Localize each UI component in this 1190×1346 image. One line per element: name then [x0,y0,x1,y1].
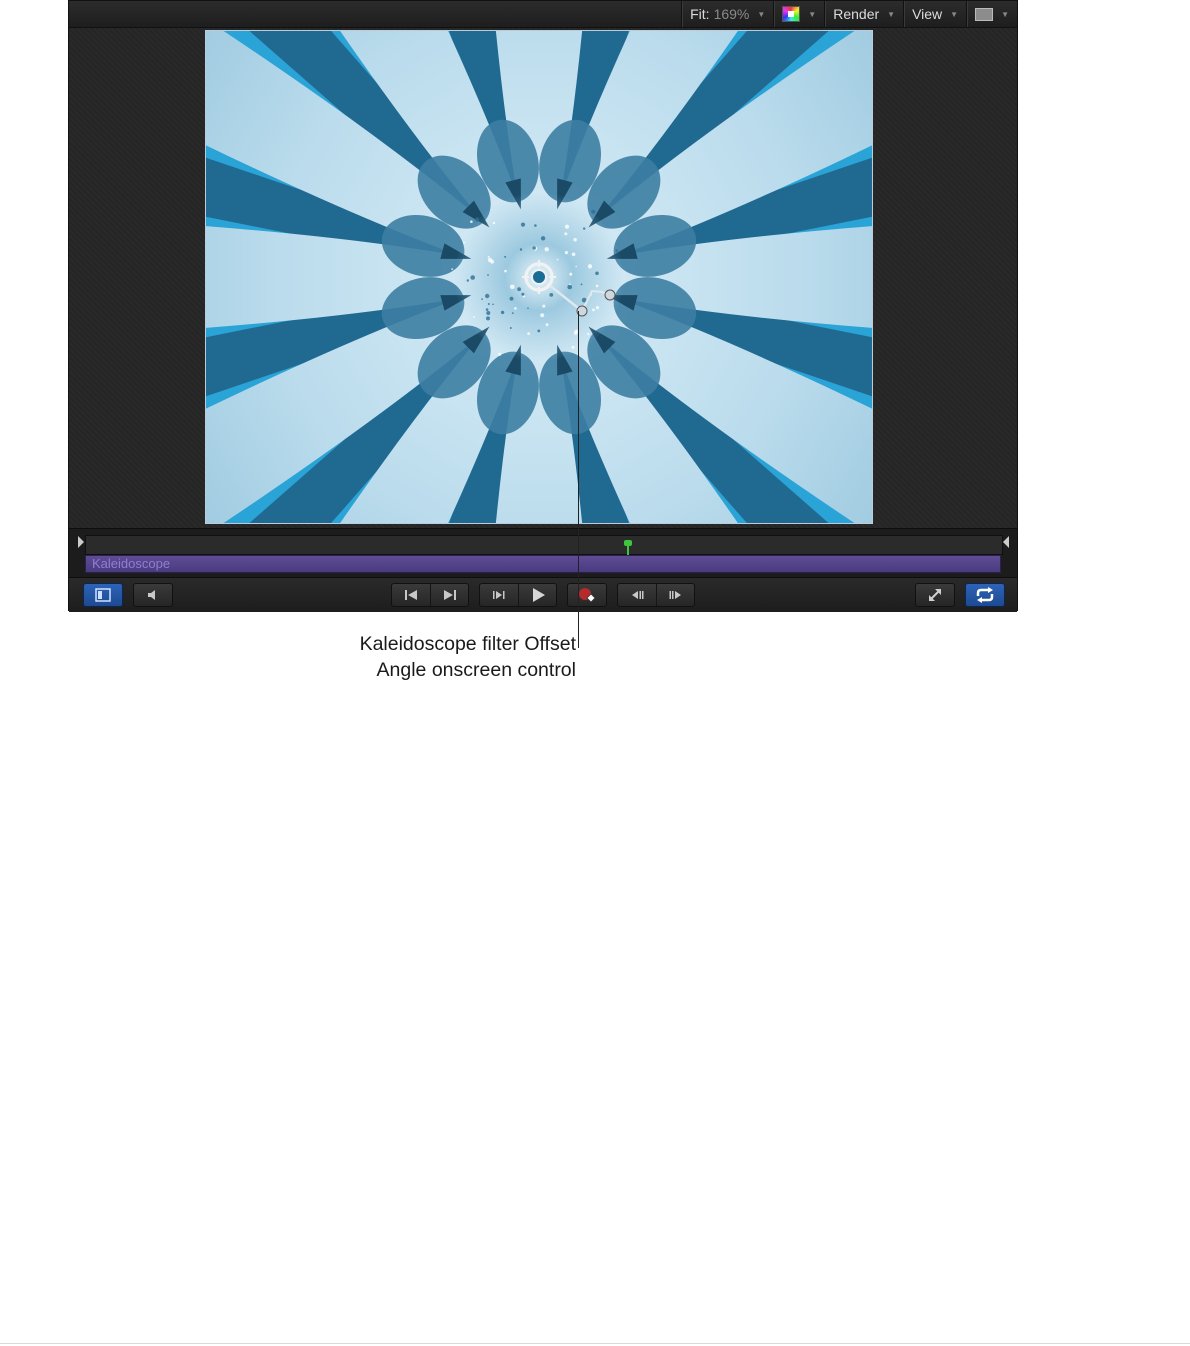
color-channels-menu[interactable]: ▼ [773,1,824,27]
chevron-down-icon: ▼ [887,9,896,19]
color-channels-icon [782,6,801,22]
timeline-ruler[interactable] [85,535,1003,558]
play-range-in-marker[interactable] [78,536,84,548]
record-button[interactable] [567,583,607,607]
page-divider [0,1343,1190,1344]
fit-label: Fit: [690,6,710,22]
go-to-start-icon [405,590,417,600]
chevron-down-icon: ▼ [950,9,959,19]
view-menu[interactable]: View ▼ [903,1,966,27]
canvas-viewer: Fit: 169% ▼ ▼ Render ▼ View ▼ ▼ Kaleidos… [68,0,1018,612]
timeline-toggle-icon [95,588,111,602]
go-to-start-button[interactable] [392,584,430,606]
fit-zoom-menu[interactable]: Fit: 169% ▼ [681,1,773,27]
previous-frame-button[interactable] [618,584,656,606]
previous-frame-icon [632,591,644,599]
play-icon [533,588,545,602]
play-range-out-marker[interactable] [1003,536,1009,548]
go-to-end-icon [444,590,456,600]
next-frame-button[interactable] [656,584,695,606]
canvas-image[interactable] [205,30,873,524]
fit-value: 169% [713,6,750,22]
loop-button[interactable] [965,583,1005,607]
kaleidoscope-image [206,31,872,523]
step-frame-button[interactable] [480,584,518,606]
frame-step-button-group [617,583,695,607]
chevron-down-icon: ▼ [757,9,766,19]
play-button-group [479,583,557,607]
speaker-icon [148,590,155,600]
go-to-end-button[interactable] [430,584,469,606]
transport-controls [69,577,1017,612]
next-frame-icon [669,591,681,599]
go-to-button-group [391,583,469,607]
chevron-down-icon: ▼ [1001,9,1009,19]
loop-icon [976,587,994,603]
view-layout-icon [975,7,994,21]
callout-leader-line [578,311,579,648]
layout-menu[interactable]: ▼ [966,1,1017,27]
render-label: Render [833,6,880,22]
clip-name: Kaleidoscope [92,556,171,571]
expand-icon [929,589,941,601]
mini-timeline: Kaleidoscope [69,528,1017,577]
callout-line-1: Kaleidoscope filter Offset [359,633,576,655]
timeline-toggle-button[interactable] [83,583,123,607]
record-keyframe-icon [579,588,596,603]
view-label: View [912,6,943,22]
step-frame-icon [493,591,505,599]
viewer-toolbar: Fit: 169% ▼ ▼ Render ▼ View ▼ ▼ [69,1,1017,28]
chevron-down-icon: ▼ [808,9,817,19]
full-screen-button[interactable] [915,583,955,607]
callout-label: Kaleidoscope filter Offset Angle onscree… [300,631,576,683]
audio-button[interactable] [133,583,173,607]
play-button[interactable] [518,584,557,606]
clip-bar-kaleidoscope[interactable]: Kaleidoscope [85,555,1001,573]
callout-line-2: Angle onscreen control [376,659,576,681]
render-menu[interactable]: Render ▼ [824,1,903,27]
